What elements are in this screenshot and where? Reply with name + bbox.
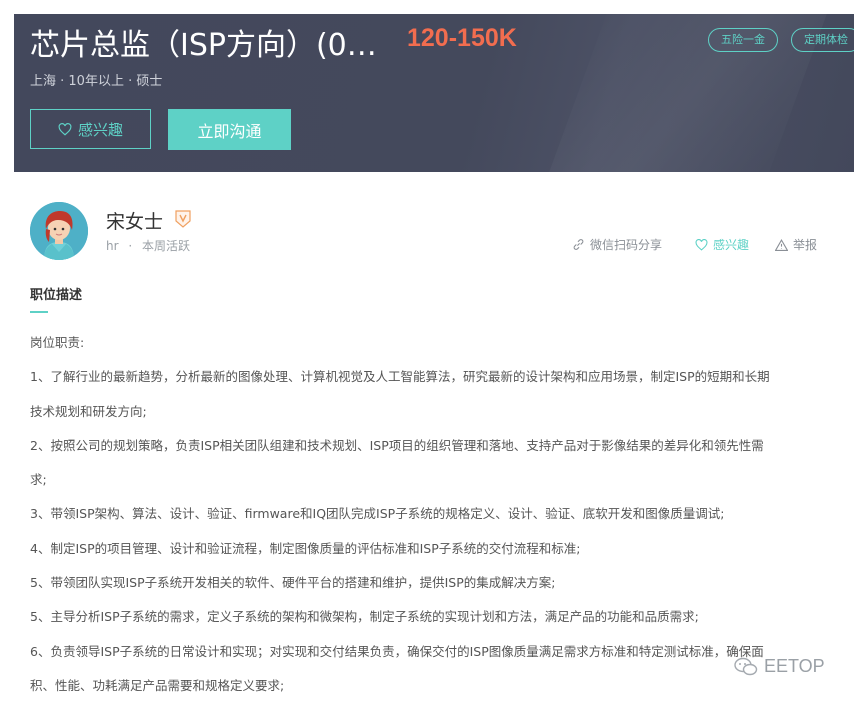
interest-action[interactable]: 感兴趣 — [695, 236, 749, 253]
job-description: 岗位职责: 1、了解行业的最新趋势，分析最新的图像处理、计算机视觉及人工智能算法… — [30, 326, 830, 703]
desc-line: 5、带领团队实现ISP子系统开发相关的软件、硬件平台的搭建和维护，提供ISP的集… — [30, 575, 556, 591]
watermark-text: EETOP — [764, 656, 825, 676]
job-title: 芯片总监（ISP方向）(0… — [30, 28, 377, 63]
desc-line: 3、带领ISP架构、算法、设计、验证、firmware和IQ团队完成ISP子系统… — [30, 506, 725, 522]
salary: 120-150K — [407, 24, 517, 52]
desc-line: 积、性能、功耗满足产品需要和规格定义要求; — [30, 677, 285, 693]
interest-button[interactable]: 感兴趣 — [30, 109, 151, 149]
chat-now-button[interactable]: 立即沟通 — [168, 109, 291, 150]
interest-button-label: 感兴趣 — [77, 120, 123, 139]
desc-line: 5、主导分析ISP子系统的需求，定义子系统的架构和微架构，制定子系统的实现计划和… — [30, 609, 699, 625]
desc-line: 2、按照公司的规划策略，负责ISP相关团队组建和技术规划、ISP项目的组织管理和… — [30, 437, 764, 453]
desc-line: 技术规划和研发方向; — [30, 403, 147, 419]
interest-action-label: 感兴趣 — [713, 238, 750, 252]
warning-icon — [775, 238, 788, 251]
avatar[interactable] — [30, 202, 88, 260]
section-title: 职位描述 — [30, 288, 83, 303]
recruiter-name: 宋女士 — [106, 211, 164, 233]
tag-insurance: 五险一金 — [708, 28, 778, 52]
verified-badge-icon — [175, 210, 191, 228]
role-separator: · — [128, 239, 133, 253]
desc-line: 1、了解行业的最新趋势，分析最新的图像处理、计算机视觉及人工智能算法，研究最新的… — [30, 369, 770, 385]
desc-line: 岗位职责: — [30, 335, 85, 350]
desc-line: 求; — [30, 472, 47, 488]
wechat-icon — [734, 657, 758, 677]
report-label: 举报 — [793, 238, 818, 252]
recruiter-role-label: hr — [106, 239, 119, 253]
heart-icon — [695, 238, 708, 251]
desc-line: 4、制定ISP的项目管理、设计和验证流程，制定图像质量的评估标准和ISP子系统的… — [30, 540, 581, 556]
job-meta: 上海 · 10年以上 · 硕士 — [30, 74, 163, 89]
section-underline — [30, 311, 48, 313]
desc-line: 6、负责领导ISP子系统的日常设计和实现；对实现和交付结果负责，确保交付的ISP… — [30, 643, 764, 659]
tag-checkup: 定期体检 — [791, 28, 854, 52]
recruiter-role: hr · 本周活跃 — [106, 237, 190, 254]
report-action[interactable]: 举报 — [775, 236, 817, 253]
recruiter-status: 本周活跃 — [142, 239, 191, 253]
link-icon — [572, 238, 585, 251]
job-header: 芯片总监（ISP方向）(0… 120-150K 上海 · 10年以上 · 硕士 … — [14, 14, 854, 172]
share-label: 微信扫码分享 — [590, 238, 663, 252]
share-action[interactable]: 微信扫码分享 — [572, 236, 662, 253]
heart-icon — [58, 122, 72, 136]
watermark: EETOP — [734, 656, 825, 677]
